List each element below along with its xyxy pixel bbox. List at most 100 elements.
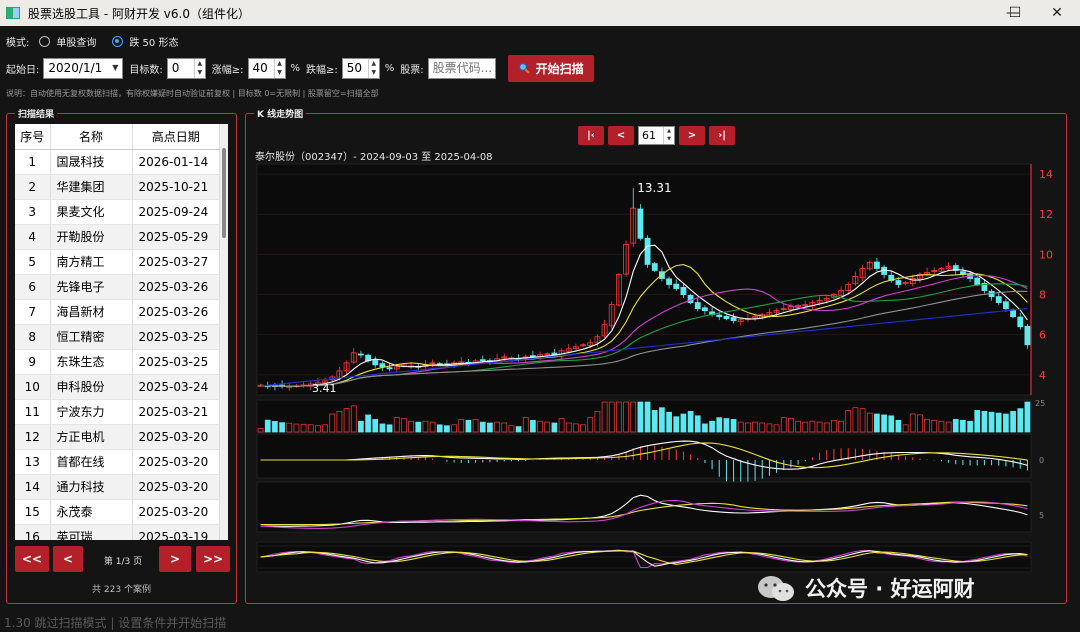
spin-arrows-icon[interactable]: ▲ ▼ bbox=[663, 127, 674, 144]
close-button[interactable]: ✕ bbox=[1034, 0, 1080, 26]
table-row[interactable]: 1 国晟科技 2026-01-14 bbox=[15, 149, 220, 175]
table-row[interactable]: 3 果麦文化 2025-09-24 bbox=[15, 199, 220, 225]
table-row[interactable]: 12 方正电机 2025-03-20 bbox=[15, 424, 220, 450]
volume-bar bbox=[895, 419, 902, 433]
col-name[interactable]: 名称 bbox=[50, 124, 133, 150]
results-header: 序号 名称 高点日期 bbox=[15, 124, 220, 150]
table-row[interactable]: 11 宁波东力 2025-03-21 bbox=[15, 399, 220, 425]
spin-arrows-icon[interactable]: ▲ ▼ bbox=[273, 58, 285, 78]
volume-bar bbox=[644, 401, 651, 433]
row-name: 通力科技 bbox=[50, 474, 133, 500]
fall-unit: % bbox=[384, 62, 395, 74]
row-high-date: 2025-03-20 bbox=[132, 449, 220, 475]
row-index: 15 bbox=[15, 499, 51, 525]
table-row[interactable]: 14 通力科技 2025-03-20 bbox=[15, 474, 220, 500]
results-scrollbar[interactable] bbox=[220, 124, 228, 540]
col-high-date[interactable]: 高点日期 bbox=[132, 124, 220, 150]
volume-bar bbox=[436, 424, 443, 433]
volume-bar bbox=[702, 423, 708, 433]
row-name: 宁波东力 bbox=[50, 399, 133, 425]
price-tick-label: 10 bbox=[1039, 248, 1053, 261]
first-page-button[interactable]: << bbox=[15, 546, 49, 572]
spin-arrows-icon[interactable]: ▲ ▼ bbox=[193, 58, 205, 78]
volume-tick-label: 25 bbox=[1035, 399, 1045, 408]
table-row[interactable]: 15 永茂泰 2025-03-20 bbox=[15, 499, 220, 525]
nav-last-button[interactable]: ›| bbox=[709, 126, 735, 145]
volume-bar bbox=[487, 422, 493, 433]
indicator-tick-label: 5 bbox=[1039, 511, 1044, 520]
candle-body bbox=[1003, 301, 1009, 310]
volume-bar bbox=[881, 414, 887, 433]
mode-radio-single[interactable] bbox=[39, 36, 51, 47]
mode-option-single-label[interactable]: 单股查询 bbox=[56, 34, 96, 49]
kline-chart[interactable]: 4 6 8 10 12 14 13.31 3.41 25 0 5 bbox=[251, 160, 1061, 600]
volume-bar bbox=[967, 420, 973, 433]
macd-zero-label: 0 bbox=[1039, 456, 1044, 465]
nav-prev-button[interactable]: < bbox=[608, 126, 634, 145]
fall-value: 50 bbox=[346, 61, 363, 75]
candle-body bbox=[895, 280, 902, 285]
candle-body bbox=[730, 317, 737, 322]
stock-code-input[interactable] bbox=[427, 57, 496, 79]
rise-value: 40 bbox=[252, 61, 268, 75]
candle-body bbox=[680, 286, 687, 295]
volume-bar bbox=[952, 419, 959, 433]
nav-first-button[interactable]: |‹ bbox=[578, 126, 604, 145]
row-high-date: 2025-03-24 bbox=[132, 374, 220, 400]
nav-next-button[interactable]: > bbox=[679, 126, 705, 145]
next-page-button[interactable]: > bbox=[159, 546, 191, 572]
row-index: 12 bbox=[15, 424, 51, 450]
table-row[interactable]: 9 东珠生态 2025-03-25 bbox=[15, 349, 220, 375]
price-tick-label: 8 bbox=[1039, 289, 1046, 302]
mode-option-drop50-label[interactable]: 跌 50 形态 bbox=[129, 34, 178, 49]
volume-bar bbox=[666, 411, 672, 433]
start-scan-button[interactable]: 开始扫描 bbox=[507, 54, 594, 82]
candle-body bbox=[716, 314, 723, 318]
target-label: 目标数: bbox=[129, 64, 163, 76]
target-spinbox[interactable]: 0 ▲ ▼ bbox=[166, 57, 206, 79]
macd-panel bbox=[256, 433, 1032, 479]
volume-bar bbox=[709, 420, 715, 433]
row-index: 10 bbox=[15, 374, 51, 400]
volume-bar bbox=[995, 412, 1002, 433]
total-count: 共 223 个案例 bbox=[92, 585, 151, 595]
table-row[interactable]: 16 英可瑞 2025-03-19 bbox=[15, 524, 220, 540]
table-row[interactable]: 7 海昌新材 2025-03-26 bbox=[15, 299, 220, 325]
table-row[interactable]: 6 先锋电子 2025-03-26 bbox=[15, 274, 220, 300]
last-page-button[interactable]: >> bbox=[196, 546, 230, 572]
table-row[interactable]: 10 申科股份 2025-03-24 bbox=[15, 374, 220, 400]
col-index[interactable]: 序号 bbox=[15, 124, 51, 150]
price-tick-label: 4 bbox=[1039, 369, 1046, 382]
volume-bar bbox=[264, 419, 271, 433]
volume-bar bbox=[888, 415, 895, 433]
mode-radio-drop50[interactable] bbox=[112, 36, 124, 47]
table-row[interactable]: 4 开勒股份 2025-05-29 bbox=[15, 224, 220, 250]
candle-body bbox=[530, 355, 536, 358]
row-index: 7 bbox=[15, 299, 51, 325]
rise-spinbox[interactable]: 40 ▲ ▼ bbox=[247, 57, 286, 79]
scrollbar-thumb[interactable] bbox=[222, 148, 226, 238]
row-high-date: 2025-03-20 bbox=[132, 424, 220, 450]
spin-arrows-icon[interactable]: ▲ ▼ bbox=[367, 58, 379, 78]
volume-bar bbox=[465, 419, 472, 433]
row-high-date: 2025-03-26 bbox=[132, 299, 220, 325]
fall-spinbox[interactable]: 50 ▲ ▼ bbox=[341, 57, 380, 79]
candle-body bbox=[651, 263, 658, 271]
start-date-combo[interactable]: 2020/1/1 ▼ bbox=[43, 57, 124, 79]
rise-unit: % bbox=[290, 62, 301, 74]
volume-bar bbox=[874, 413, 880, 433]
table-row[interactable]: 2 华建集团 2025-10-21 bbox=[15, 174, 220, 200]
row-index: 4 bbox=[15, 224, 51, 250]
prev-page-button[interactable]: < bbox=[53, 546, 83, 572]
volume-bar bbox=[723, 418, 730, 433]
row-name: 英可瑞 bbox=[50, 524, 133, 540]
table-row[interactable]: 8 恒工精密 2025-03-25 bbox=[15, 324, 220, 350]
table-row[interactable]: 13 首都在线 2025-03-20 bbox=[15, 449, 220, 475]
volume-bar bbox=[386, 424, 393, 433]
row-name: 永茂泰 bbox=[50, 499, 133, 525]
start-date-label: 起始日: bbox=[6, 64, 40, 76]
maximize-button[interactable]: ☐ bbox=[992, 0, 1038, 26]
index-spinbox[interactable]: 61 ▲ ▼ bbox=[638, 126, 675, 145]
candle-body bbox=[637, 208, 644, 239]
table-row[interactable]: 5 南方精工 2025-03-27 bbox=[15, 249, 220, 275]
